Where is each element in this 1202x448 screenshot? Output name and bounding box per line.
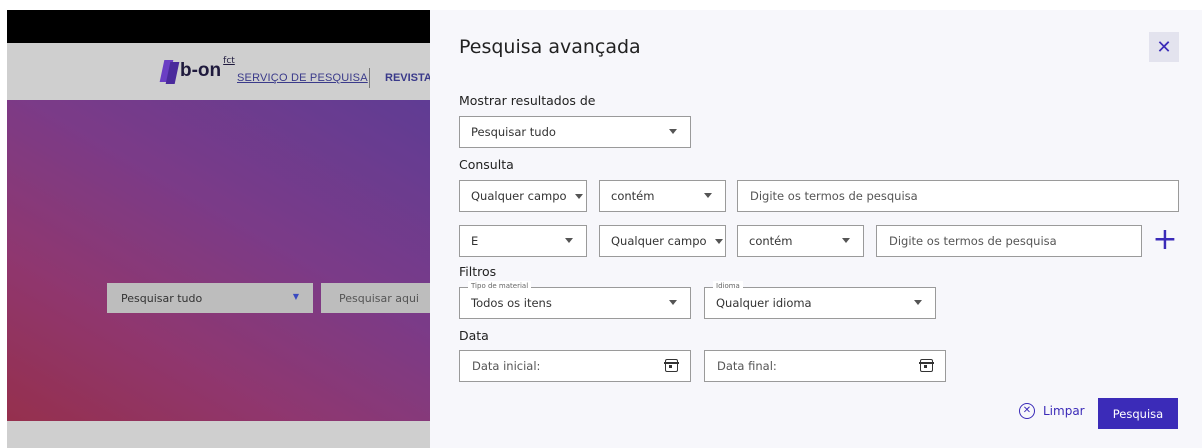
start-date-input[interactable]: Data inicial: <box>459 350 691 382</box>
chevron-down-icon <box>704 193 712 198</box>
chevron-down-icon: ▼ <box>292 292 299 301</box>
add-row-button[interactable]: + <box>1152 225 1178 255</box>
chevron-down-icon <box>669 129 677 134</box>
hero-banner <box>7 100 430 421</box>
book-logo-icon <box>159 58 180 84</box>
bg-search-placeholder: Pesquisar aqui <box>339 291 419 305</box>
start-date-placeholder: Data inicial: <box>472 359 541 373</box>
chevron-down-icon <box>574 193 583 199</box>
row1-search-placeholder: Digite os termos de pesquisa <box>750 189 918 203</box>
language-legend: Idioma <box>713 281 743 291</box>
row2-operator-value: contém <box>749 234 793 248</box>
material-type-value: Todos os itens <box>471 296 552 310</box>
bg-search-scope-value: Pesquisar tudo <box>121 291 203 305</box>
show-results-label: Mostrar resultados de <box>459 93 596 108</box>
show-results-select[interactable]: Pesquisar tudo <box>459 116 691 148</box>
top-black-bar <box>7 10 430 43</box>
bg-footer <box>7 421 430 448</box>
chevron-down-icon <box>714 238 723 244</box>
bg-search-scope-select[interactable]: Pesquisar tudo ▼ <box>107 283 313 313</box>
row2-search-placeholder: Digite os termos de pesquisa <box>889 234 1057 248</box>
date-label: Data <box>459 328 489 343</box>
material-type-select[interactable]: Tipo de material Todos os itens <box>459 281 691 319</box>
row2-boolean-select[interactable]: E <box>459 225 587 257</box>
row2-boolean-value: E <box>471 234 479 248</box>
chevron-down-icon <box>669 300 677 305</box>
row1-search-input[interactable]: Digite os termos de pesquisa <box>737 180 1179 212</box>
row1-field-value: Qualquer campo <box>471 189 567 203</box>
material-type-legend: Tipo de material <box>468 281 532 291</box>
bg-search-input[interactable]: Pesquisar aqui <box>321 283 430 313</box>
nav-divider <box>369 68 370 88</box>
calendar-icon[interactable] <box>919 359 934 372</box>
logo-fct: fct <box>223 56 235 66</box>
panel-title: Pesquisa avançada <box>459 36 641 58</box>
clear-circle-x-icon: ✕ <box>1019 403 1035 419</box>
row1-operator-select[interactable]: contém <box>599 180 726 212</box>
row1-operator-value: contém <box>611 189 655 203</box>
row2-field-value: Qualquer campo <box>611 234 707 248</box>
chevron-down-icon <box>565 238 573 243</box>
clear-label: Limpar <box>1043 404 1085 418</box>
close-button[interactable]: ✕ <box>1149 32 1179 62</box>
filters-label: Filtros <box>459 264 497 279</box>
clear-button[interactable]: ✕ Limpar <box>1019 403 1085 419</box>
search-submit-button[interactable]: Pesquisa <box>1098 398 1178 429</box>
close-icon: ✕ <box>1156 36 1172 57</box>
calendar-icon[interactable] <box>664 359 679 372</box>
chevron-down-icon <box>914 300 922 305</box>
end-date-placeholder: Data final: <box>717 359 777 373</box>
nav-search-service[interactable]: SERVIÇO DE PESQUISA <box>237 72 368 84</box>
plus-icon: + <box>1152 222 1178 257</box>
row2-search-input[interactable]: Digite os termos de pesquisa <box>876 225 1142 257</box>
query-label: Consulta <box>459 157 514 172</box>
background-page: b-on fct SERVIÇO DE PESQUISA REVISTAS Pe… <box>0 0 430 448</box>
bon-logo[interactable]: b-on fct <box>159 56 235 84</box>
show-results-value: Pesquisar tudo <box>471 125 556 139</box>
language-value: Qualquer idioma <box>716 296 812 310</box>
chevron-down-icon <box>842 238 850 243</box>
advanced-search-panel: Pesquisa avançada ✕ Mostrar resultados d… <box>430 10 1202 448</box>
row2-field-select[interactable]: Qualquer campo <box>599 225 726 257</box>
row2-operator-select[interactable]: contém <box>737 225 864 257</box>
language-select[interactable]: Idioma Qualquer idioma <box>704 281 936 319</box>
logo-text: b-on <box>180 60 222 81</box>
nav-journals[interactable]: REVISTAS <box>385 72 430 84</box>
row1-field-select[interactable]: Qualquer campo <box>459 180 587 212</box>
end-date-input[interactable]: Data final: <box>704 350 946 382</box>
